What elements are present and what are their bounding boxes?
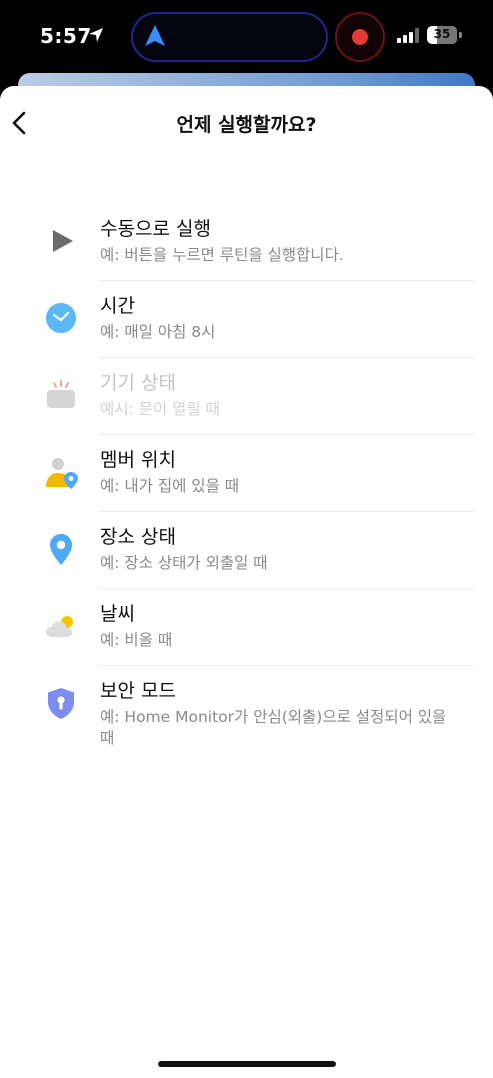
battery-cap: [459, 32, 462, 38]
option-title: 장소 상태: [100, 526, 176, 548]
status-bar: 5:57 35: [0, 0, 493, 74]
option-description: 예: 매일 아침 8시: [100, 323, 216, 341]
page-title: 언제 실행할까요?: [176, 114, 317, 136]
option-description: 예: 장소 상태가 외출일 때: [100, 554, 268, 572]
option-time[interactable]: 시간 예: 매일 아침 8시: [0, 281, 493, 358]
option-member-location[interactable]: 멤버 위치 예: 내가 집에 있을 때: [0, 435, 493, 512]
trigger-select-sheet: 언제 실행할까요? 수동으로 실행 예: 버튼을 누르면 루틴을 실행합니다. …: [0, 86, 493, 1078]
record-dot-icon: [352, 29, 368, 45]
option-title: 기기 상태: [100, 372, 176, 394]
device-icon: [47, 380, 75, 408]
trigger-option-list: 수동으로 실행 예: 버튼을 누르면 루틴을 실행합니다. 시간 예: 매일 아…: [0, 204, 493, 766]
option-description: 예시: 문이 열릴 때: [100, 400, 220, 418]
option-description: 예: 내가 집에 있을 때: [100, 477, 240, 495]
battery-level: 35: [433, 27, 451, 41]
play-icon: [53, 230, 73, 252]
battery-icon: 35: [427, 26, 457, 44]
weather-icon: [46, 616, 73, 637]
option-manual-run[interactable]: 수동으로 실행 예: 버튼을 누르면 루틴을 실행합니다.: [0, 204, 493, 281]
option-description: 예: 버튼을 누르면 루틴을 실행합니다.: [100, 246, 344, 264]
option-device-state: 기기 상태 예시: 문이 열릴 때: [0, 358, 493, 435]
option-place-state[interactable]: 장소 상태 예: 장소 상태가 외출일 때: [0, 512, 493, 589]
home-indicator[interactable]: [158, 1061, 336, 1067]
navigation-arrow-icon: [145, 25, 165, 46]
option-title: 보안 모드: [100, 680, 176, 702]
option-description: 예: 비올 때: [100, 631, 173, 649]
cellular-signal-icon: [397, 28, 419, 43]
status-time: 5:57: [40, 24, 92, 48]
option-weather[interactable]: 날씨 예: 비올 때: [0, 589, 493, 666]
clock-icon: [46, 303, 76, 333]
option-title: 수동으로 실행: [100, 218, 211, 240]
option-title: 날씨: [100, 603, 135, 625]
location-arrow-icon: [89, 28, 103, 42]
option-title: 멤버 위치: [100, 449, 176, 471]
option-security-mode[interactable]: 보안 모드 예: Home Monitor가 안심(외출)으로 설정되어 있을 …: [0, 666, 493, 766]
member-location-icon: [46, 458, 78, 489]
security-shield-icon: [48, 688, 74, 719]
location-pin-icon: [50, 534, 72, 565]
option-title: 시간: [100, 295, 135, 317]
option-description: 예: Home Monitor가 안심(외출)으로 설정되어 있을 때: [100, 708, 447, 747]
